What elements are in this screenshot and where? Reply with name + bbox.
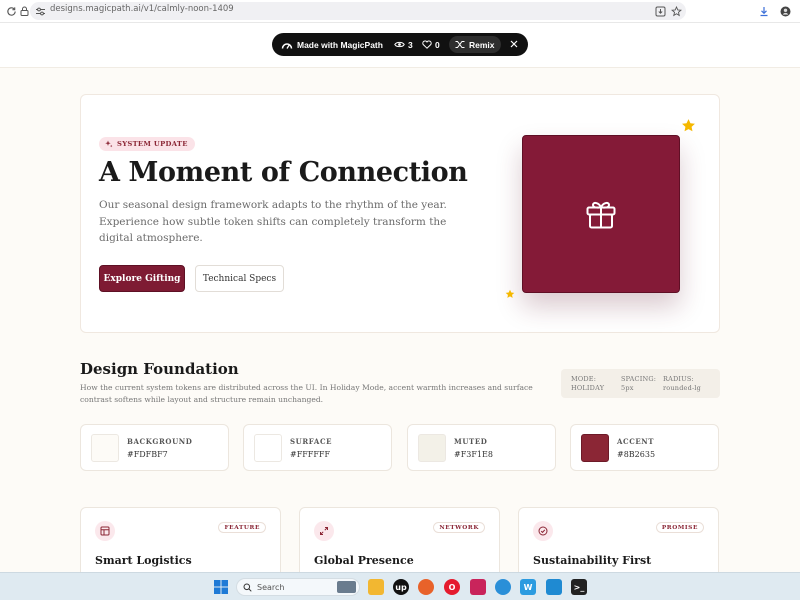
- token-hex: #8B2635: [617, 450, 656, 459]
- meta-mode-value: HOLIDAY: [571, 384, 605, 392]
- like-icon[interactable]: [422, 40, 432, 49]
- card-tag: FEATURE: [218, 522, 266, 533]
- reload-icon[interactable]: [4, 4, 18, 18]
- explore-gifting-button[interactable]: Explore Gifting: [99, 265, 185, 292]
- hero-description: Our seasonal design framework adapts to …: [99, 199, 447, 244]
- meta-radius-key: RADIUS:: [663, 375, 694, 383]
- download-icon[interactable]: [757, 4, 771, 18]
- lock-icon[interactable]: [17, 4, 31, 18]
- remix-label: Remix: [469, 40, 495, 50]
- url-text[interactable]: designs.magicpath.ai/v1/calmly-noon-1409: [50, 4, 234, 14]
- firefox-icon[interactable]: [418, 579, 434, 595]
- meta-spacing-value: 5px: [621, 384, 634, 392]
- likes-count: 0: [435, 40, 440, 50]
- card-tag: PROMISE: [655, 522, 704, 533]
- search-placeholder: Search: [257, 583, 285, 592]
- star-icon: [682, 119, 695, 132]
- token-hex: #FDFBF7: [127, 450, 168, 459]
- taskbar-search[interactable]: Search: [236, 578, 360, 596]
- sparkle-icon: [105, 140, 113, 148]
- color-swatch: [581, 434, 609, 462]
- app-w-icon[interactable]: W: [520, 579, 536, 595]
- meta-mode-key: MODE:: [571, 375, 597, 383]
- app-icon[interactable]: [470, 579, 486, 595]
- file-explorer-icon[interactable]: [368, 579, 384, 595]
- section-description: How the current system tokens are distri…: [80, 383, 533, 404]
- section-title: Design Foundation: [80, 360, 239, 378]
- magicpath-logo-icon: [281, 43, 293, 49]
- views-count: 3: [408, 40, 413, 50]
- card-title: Global Presence: [314, 554, 414, 567]
- star-icon: [505, 289, 515, 298]
- hero-section: SYSTEM UPDATE A Moment of Connection Our…: [80, 94, 720, 333]
- token-card-accent: ACCENT #8B2635: [570, 424, 719, 471]
- token-card-muted: MUTED #F3F1E8: [407, 424, 556, 471]
- card-title: Smart Logistics: [95, 554, 192, 567]
- color-swatch: [91, 434, 119, 462]
- gift-illustration: [522, 135, 680, 293]
- token-name: SURFACE: [290, 437, 333, 446]
- windows-taskbar: Search up O W >_: [0, 572, 800, 600]
- upwork-icon[interactable]: up: [393, 579, 409, 595]
- color-swatch: [418, 434, 446, 462]
- shuffle-icon: [455, 41, 465, 48]
- site-settings-icon[interactable]: [33, 4, 47, 18]
- opera-icon[interactable]: O: [444, 579, 460, 595]
- hero-title: A Moment of Connection: [99, 157, 468, 188]
- token-name: ACCENT: [617, 437, 655, 446]
- remix-button[interactable]: Remix: [449, 36, 501, 53]
- token-name: BACKGROUND: [127, 437, 193, 446]
- terminal-icon[interactable]: >_: [571, 579, 587, 595]
- views-icon: [394, 41, 405, 48]
- system-update-badge: SYSTEM UPDATE: [99, 137, 195, 151]
- magicpath-badge: Made with MagicPath 3 0 Remix: [272, 33, 528, 56]
- expand-icon: [314, 521, 334, 541]
- card-tag: NETWORK: [433, 522, 485, 533]
- gift-icon: [586, 201, 616, 229]
- token-card-background: BACKGROUND #FDFBF7: [80, 424, 229, 471]
- token-name: MUTED: [454, 437, 488, 446]
- color-swatch: [254, 434, 282, 462]
- profile-icon[interactable]: [778, 4, 792, 18]
- bookmark-star-icon[interactable]: [669, 4, 683, 18]
- edge-icon[interactable]: [495, 579, 511, 595]
- search-highlight-icon: [337, 581, 356, 593]
- windows-start-icon[interactable]: [213, 579, 229, 595]
- token-meta-panel: MODE: HOLIDAY SPACING: 5px RADIUS: round…: [561, 369, 720, 398]
- made-with-label[interactable]: Made with MagicPath: [297, 40, 383, 50]
- check-circle-icon: [533, 521, 553, 541]
- meta-spacing-key: SPACING:: [621, 375, 657, 383]
- token-hex: #F3F1E8: [454, 450, 493, 459]
- badge-label: SYSTEM UPDATE: [117, 140, 188, 148]
- close-icon[interactable]: [510, 40, 518, 48]
- vscode-icon[interactable]: [546, 579, 562, 595]
- token-card-surface: SURFACE #FFFFFF: [243, 424, 392, 471]
- card-title: Sustainability First: [533, 554, 652, 567]
- install-app-icon[interactable]: [653, 4, 667, 18]
- meta-radius-value: rounded-lg: [663, 384, 701, 392]
- technical-specs-button[interactable]: Technical Specs: [195, 265, 284, 292]
- token-hex: #FFFFFF: [290, 450, 331, 459]
- browser-toolbar: designs.magicpath.ai/v1/calmly-noon-1409: [0, 0, 800, 23]
- search-icon: [243, 583, 252, 592]
- layout-icon: [95, 521, 115, 541]
